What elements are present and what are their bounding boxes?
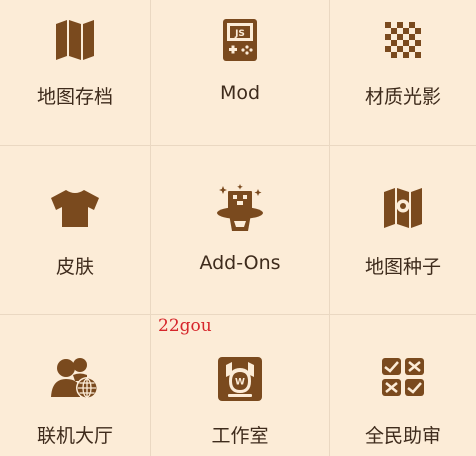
menu-item-label: 地图种子 xyxy=(364,256,441,278)
shirt-icon xyxy=(49,182,101,234)
multiplayer-globe-icon xyxy=(49,353,101,405)
menu-item-addons[interactable]: Add-Ons xyxy=(151,146,330,315)
studio-icon: W xyxy=(214,353,266,405)
menu-item-label: 联机大厅 xyxy=(36,425,113,447)
menu-item-studio[interactable]: W 工作室 xyxy=(151,315,330,456)
menu-item-mod[interactable]: JS Mod xyxy=(151,0,330,146)
menu-item-label: 皮肤 xyxy=(55,256,94,278)
review-checklist-icon xyxy=(377,353,429,405)
checkerboard-texture-icon xyxy=(377,14,429,66)
map-icon xyxy=(49,14,101,66)
menu-item-skin[interactable]: 皮肤 xyxy=(0,146,151,315)
menu-item-label: 全民助审 xyxy=(364,425,441,447)
menu-item-label: 工作室 xyxy=(211,425,269,447)
svg-text:W: W xyxy=(235,378,245,388)
menu-item-map-seed[interactable]: 地图种子 xyxy=(330,146,476,315)
svg-text:JS: JS xyxy=(234,29,245,39)
menu-item-label: 地图存档 xyxy=(36,86,113,108)
menu-item-label: Mod xyxy=(219,82,261,104)
magic-hat-icon xyxy=(214,182,266,234)
js-mod-icon: JS xyxy=(214,14,266,66)
feature-menu-grid: 地图存档 JS Mod 材质光影 皮肤 Add-Ons 地图种子 联机大厅 W … xyxy=(0,0,476,456)
menu-item-label: 材质光影 xyxy=(364,86,441,108)
map-seed-icon xyxy=(377,182,429,234)
menu-item-map-archive[interactable]: 地图存档 xyxy=(0,0,151,146)
menu-item-multiplayer-lobby[interactable]: 联机大厅 xyxy=(0,315,151,456)
menu-item-label: Add-Ons xyxy=(199,252,281,274)
menu-item-texture-shader[interactable]: 材质光影 xyxy=(330,0,476,146)
menu-item-community-review[interactable]: 全民助审 xyxy=(330,315,476,456)
